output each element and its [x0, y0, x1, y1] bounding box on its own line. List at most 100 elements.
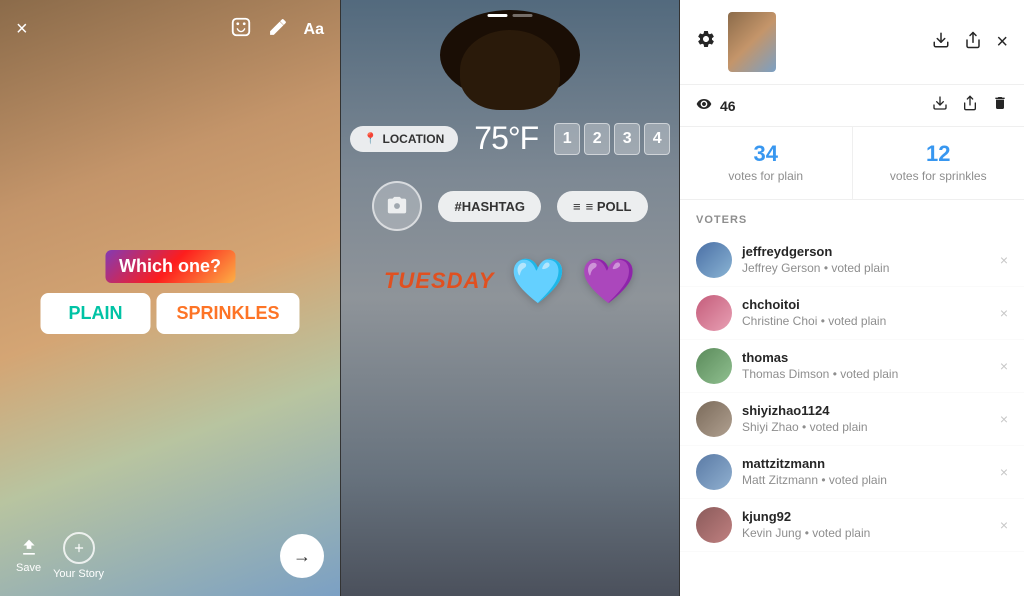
progress-dot-2 [513, 14, 533, 17]
counter-digit-4: 4 [644, 123, 670, 155]
voter-item: jeffreydgerson Jeffrey Gerson • voted pl… [680, 234, 1024, 287]
sticker-row-1: 📍 LOCATION 75°F 1 2 3 4 [370, 120, 650, 157]
voter-avatar [696, 295, 732, 331]
voter-detail: Shiyi Zhao • voted plain [742, 420, 868, 434]
download-views-icon[interactable] [932, 95, 948, 116]
dismiss-voter-button[interactable]: × [1000, 464, 1008, 480]
add-story-icon [63, 532, 95, 564]
story-thumbnail [728, 12, 776, 72]
camera-sticker[interactable] [372, 181, 422, 231]
progress-dot-1 [488, 14, 508, 17]
voter-username[interactable]: kjung92 [742, 509, 990, 524]
poll-option-plain[interactable]: PLAIN [40, 293, 150, 334]
voter-info: jeffreydgerson Jeffrey Gerson • voted pl… [742, 244, 990, 277]
dismiss-voter-button[interactable]: × [1000, 411, 1008, 427]
next-button[interactable]: → [280, 534, 324, 578]
hashtag-sticker[interactable]: #HASHTAG [438, 191, 541, 222]
counter-digit-1: 1 [554, 123, 580, 155]
voter-item: shiyizhao1124 Shiyi Zhao • voted plain × [680, 393, 1024, 446]
poll-options: PLAIN SPRINKLES [40, 293, 299, 334]
sticker-row-3: TUESDAY 🩵 💜 [370, 255, 650, 307]
voter-avatar [696, 348, 732, 384]
close-insights-button[interactable]: × [996, 31, 1008, 54]
voter-username[interactable]: mattzitzmann [742, 456, 990, 471]
voter-username[interactable]: chchoitoi [742, 297, 990, 312]
views-action-buttons [932, 95, 1008, 116]
story-insights-panel: × 46 [680, 0, 1024, 596]
voter-detail: Thomas Dimson • voted plain [742, 367, 898, 381]
sprinkles-vote-count: 12 [869, 141, 1009, 167]
voter-username[interactable]: thomas [742, 350, 990, 365]
purple-heart-sticker[interactable]: 💜 [581, 255, 636, 307]
share-views-icon[interactable] [962, 95, 978, 116]
voter-item: mattzitzmann Matt Zitzmann • voted plain… [680, 446, 1024, 499]
voter-item: kjung92 Kevin Jung • voted plain × [680, 499, 1024, 552]
voter-info: thomas Thomas Dimson • voted plain [742, 350, 990, 383]
sticker-row-2: #HASHTAG ≡ ≡ POLL [370, 181, 650, 231]
poll-sticker-picker[interactable]: ≡ ≡ POLL [557, 191, 647, 222]
save-button[interactable]: Save [16, 538, 41, 574]
counter-digit-3: 3 [614, 123, 640, 155]
poll-question: Which one? [105, 250, 235, 283]
counter-digit-2: 2 [584, 123, 610, 155]
story-editor-panel: × Aa Which one? PLAIN SPRINKLES [0, 0, 340, 596]
voter-list: jeffreydgerson Jeffrey Gerson • voted pl… [680, 234, 1024, 596]
sprinkles-votes-column: 12 votes for sprinkles [853, 127, 1024, 199]
tool-icons-group: Aa [230, 16, 324, 43]
voters-header: VOTERS [680, 200, 1024, 234]
voter-avatar [696, 507, 732, 543]
location-sticker[interactable]: 📍 LOCATION [350, 126, 458, 152]
voter-item: chchoitoi Christine Choi • voted plain × [680, 287, 1024, 340]
temperature-sticker[interactable]: 75°F [474, 120, 538, 157]
editor-bottom-bar: Save Your Story → [0, 516, 340, 596]
voter-info: mattzitzmann Matt Zitzmann • voted plain [742, 456, 990, 489]
dismiss-voter-button[interactable]: × [1000, 358, 1008, 374]
dismiss-voter-button[interactable]: × [1000, 252, 1008, 268]
sticker-tool-button[interactable] [230, 16, 252, 43]
blue-heart-sticker[interactable]: 🩵 [510, 255, 565, 307]
plain-vote-count: 34 [696, 141, 836, 167]
voter-info: kjung92 Kevin Jung • voted plain [742, 509, 990, 542]
voter-detail: Kevin Jung • voted plain [742, 526, 870, 540]
views-row: 46 [680, 85, 1024, 127]
poll-option-sprinkles[interactable]: SPRINKLES [156, 293, 299, 334]
insights-header: × [680, 0, 1024, 85]
voter-item: thomas Thomas Dimson • voted plain × [680, 340, 1024, 393]
plain-votes-column: 34 votes for plain [680, 127, 853, 199]
download-story-icon[interactable] [932, 31, 950, 54]
sprinkles-vote-label: votes for sprinkles [890, 169, 987, 183]
pin-icon: 📍 [364, 132, 378, 145]
delete-story-icon[interactable] [992, 95, 1008, 116]
draw-tool-button[interactable] [268, 17, 288, 42]
close-button[interactable]: × [16, 18, 28, 41]
votes-section: 34 votes for plain 12 votes for sprinkle… [680, 127, 1024, 200]
countdown-sticker[interactable]: 1 2 3 4 [554, 123, 670, 155]
views-count: 46 [720, 98, 736, 114]
voters-title: VOTERS [696, 214, 747, 226]
voter-username[interactable]: shiyizhao1124 [742, 403, 990, 418]
share-story-icon[interactable] [964, 31, 982, 54]
day-sticker[interactable]: TUESDAY [384, 268, 495, 294]
editor-toolbar: × Aa [0, 16, 340, 43]
voter-info: chchoitoi Christine Choi • voted plain [742, 297, 990, 330]
poll-sticker[interactable]: Which one? PLAIN SPRINKLES [40, 250, 299, 334]
sticker-picker-panel: 📍 LOCATION 75°F 1 2 3 4 #HASHTAG ≡ ≡ POL… [340, 0, 680, 596]
eye-icon [696, 96, 712, 115]
dismiss-voter-button[interactable]: × [1000, 305, 1008, 321]
progress-indicator [488, 14, 533, 17]
dismiss-voter-button[interactable]: × [1000, 517, 1008, 533]
sticker-grid: 📍 LOCATION 75°F 1 2 3 4 #HASHTAG ≡ ≡ POL… [370, 120, 650, 331]
voter-detail: Christine Choi • voted plain [742, 314, 886, 328]
voter-username[interactable]: jeffreydgerson [742, 244, 990, 259]
your-story-button[interactable]: Your Story [53, 532, 104, 580]
voter-avatar [696, 401, 732, 437]
plain-vote-label: votes for plain [728, 169, 803, 183]
header-action-icons: × [932, 31, 1008, 54]
voter-info: shiyizhao1124 Shiyi Zhao • voted plain [742, 403, 990, 436]
voter-avatar [696, 454, 732, 490]
voter-detail: Matt Zitzmann • voted plain [742, 473, 887, 487]
voter-detail: Jeffrey Gerson • voted plain [742, 261, 889, 275]
person-head-middle [460, 30, 560, 110]
settings-icon[interactable] [696, 29, 716, 55]
text-tool-button[interactable]: Aa [304, 21, 324, 39]
